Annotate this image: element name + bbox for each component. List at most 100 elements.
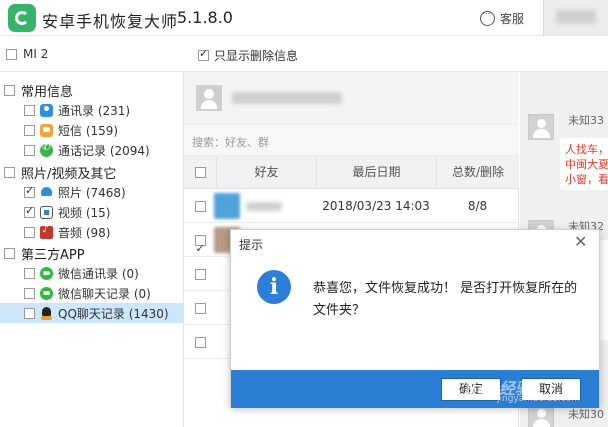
item-checkbox[interactable] [24,184,35,198]
sidebar-item-contacts[interactable]: 通讯录 (231) [0,100,184,120]
row-checkbox[interactable] [194,269,206,280]
sidebar-item-wechat-chat[interactable]: 微信聊天记录 (0) [0,283,184,303]
item-checkbox[interactable] [24,104,35,116]
table-header: 好友 最后日期 总数/删除 [184,156,519,189]
row-checkbox[interactable] [194,201,206,212]
row-checkbox-cell [184,257,216,291]
cancel-button[interactable]: 取消 [521,378,581,401]
item-label: 视频 (15) [58,205,111,220]
column-header-last-date[interactable]: 最后日期 [316,156,436,189]
count-cell: 8/8 [467,199,488,213]
category-sidebar: 常用信息 通讯录 (231) 短信 (159) 通话记录 (2094) 照片/视… [0,72,184,427]
chat-bubble: 人找车， 中闽大夏 小窗，看 [560,138,608,190]
dialog-footer: 确定 取消 [231,370,599,408]
sidebar-item-sms[interactable]: 短信 (159) [0,120,184,140]
column-header-total[interactable]: 总数/删除 [436,156,519,189]
category-label: 常用信息 [21,84,74,100]
title-bar: 安卓手机恢复大师 5.1.8.0 客服 [0,0,608,36]
category-common-info[interactable]: 常用信息 [0,80,184,100]
select-all-checkbox[interactable] [194,167,206,178]
close-icon[interactable]: ✕ [574,232,587,251]
row-checkbox-cell [184,291,216,325]
item-checkbox[interactable] [24,226,35,238]
app-logo-icon [8,4,36,32]
show-deleted-checkbox[interactable] [198,47,209,61]
app-window: 安卓手机恢复大师 5.1.8.0 客服 MI 2 只显示删除信息 常用信息 通讯… [0,0,608,427]
blurred-friend-name [246,202,282,211]
category-media[interactable]: 照片/视频及其它 [0,162,184,182]
table-row[interactable]: 2018/03/23 14:03 8/8 [184,189,519,223]
info-icon: i [257,270,291,304]
row-checkbox[interactable] [194,337,206,348]
chat-line: 中闽大夏 [565,158,608,171]
item-label: 微信通讯录 (0) [58,266,139,281]
category-third-party[interactable]: 第三方APP [0,243,184,263]
app-title: 安卓手机恢复大师 [42,12,179,31]
wechat-chat-icon [40,286,53,300]
item-checkbox[interactable] [24,307,35,319]
chat-bubble-icon [480,7,495,26]
item-checkbox[interactable] [24,267,35,279]
app-version: 5.1.8.0 [177,8,233,27]
sidebar-item-wechat-contacts[interactable]: 微信通讯录 (0) [0,263,184,283]
last-date-cell: 2018/03/23 14:03 [322,199,430,213]
row-checkbox[interactable] [194,232,206,266]
item-checkbox[interactable] [24,204,35,218]
qq-icon [40,306,53,320]
chat-line: 人找车， [565,143,608,156]
avatar [196,85,222,111]
chat-sender: 未知30 [568,408,604,421]
photos-icon [40,185,53,199]
category-checkbox[interactable] [4,247,15,259]
friend-avatar [214,193,240,219]
item-label: 通话记录 (2094) [58,143,150,158]
item-label: 短信 (159) [58,123,119,138]
video-icon [40,205,53,219]
dialog-message: 恭喜您，文件恢复成功！ 是否打开恢复所在的文件夹？ [313,281,578,318]
device-label: MI 2 [23,47,49,61]
header-checkbox-cell [184,156,216,189]
toolbar: MI 2 只显示删除信息 [0,36,608,72]
device-checkbox[interactable] [6,48,17,60]
call-log-icon [40,142,53,157]
category-label: 照片/视频及其它 [21,166,117,182]
contacts-icon [40,103,53,117]
category-label: 第三方APP [21,247,85,263]
category-checkbox[interactable] [4,84,15,96]
item-checkbox[interactable] [24,124,35,136]
row-checkbox-cell [184,189,216,223]
sidebar-item-call-log[interactable]: 通话记录 (2094) [0,140,184,160]
audio-icon [40,224,53,239]
item-checkbox[interactable] [24,287,35,299]
user-account-area[interactable] [543,0,608,36]
category-checkbox[interactable] [4,166,15,178]
ok-button[interactable]: 确定 [441,378,501,401]
item-checkbox[interactable] [24,144,35,156]
show-deleted-label: 只显示删除信息 [214,49,299,63]
show-deleted-toggle[interactable]: 只显示删除信息 [198,47,298,64]
row-checkbox-cell [184,325,216,359]
sidebar-item-audio[interactable]: 音频 (98) [0,222,184,242]
chat-sender: 未知33 [568,114,604,127]
device-select[interactable]: MI 2 [6,47,48,61]
row-checkbox-cell [184,223,216,266]
sidebar-item-photos[interactable]: 照片 (7468) [0,182,184,202]
recovery-success-dialog: 提示 ✕ i 恭喜您，文件恢复成功！ 是否打开恢复所在的文件夹？ 确定 取消 [230,229,600,408]
item-label: QQ聊天记录 (1430) [58,306,169,321]
dialog-title: 提示 [239,238,264,252]
item-label: 微信聊天记录 (0) [58,286,151,301]
support-label: 客服 [500,11,525,26]
chat-avatar [528,114,554,140]
sidebar-item-qq-chat[interactable]: QQ聊天记录 (1430) [0,303,184,323]
search-input[interactable]: 搜索：好友、群 [184,124,519,156]
row-checkbox[interactable] [194,303,206,314]
chat-message: 未知33 人找车， 中闽大夏 小窗，看 [528,112,608,192]
item-label: 通讯录 (231) [58,103,131,118]
sidebar-item-video[interactable]: 视频 (15) [0,202,184,222]
blurred-account-name [232,92,342,104]
blurred-username [556,10,596,24]
support-button[interactable]: 客服 [480,7,525,28]
column-header-friend[interactable]: 好友 [216,156,316,189]
chat-line: 小窗，看 [565,173,608,186]
sms-icon [40,123,53,137]
